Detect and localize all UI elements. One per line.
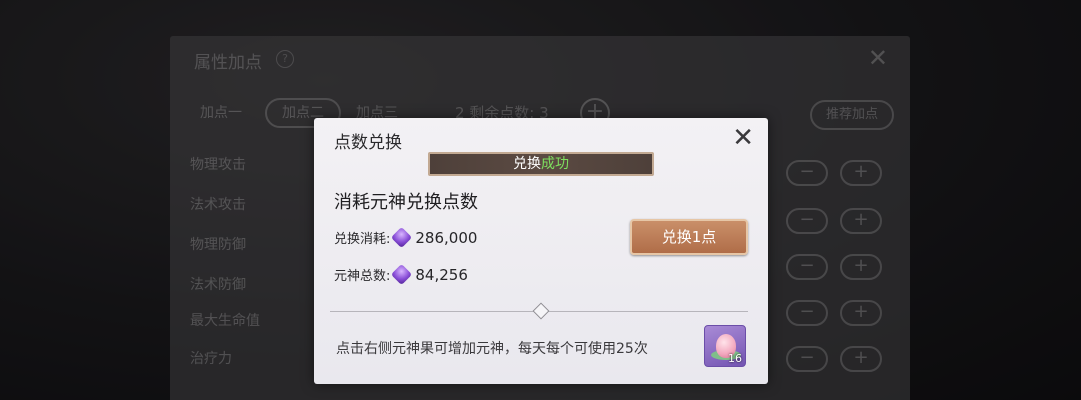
cost-row: 兑换消耗: 286,000: [334, 226, 478, 249]
dialog-heading: 消耗元神兑换点数: [334, 192, 478, 213]
spirit-gem-icon: [391, 226, 413, 249]
exchange-success-toast: 兑换成功: [428, 152, 654, 176]
total-row: 元神总数: 84,256: [334, 263, 468, 286]
exchange-button[interactable]: 兑换1点: [630, 219, 748, 255]
total-value: 84,256: [415, 265, 468, 284]
close-icon[interactable]: ✕: [732, 122, 754, 154]
item-count: 16: [728, 352, 742, 365]
dialog-title: 点数兑换: [334, 133, 402, 153]
spirit-fruit-item[interactable]: 16: [704, 325, 746, 367]
spirit-gem-icon: [391, 263, 413, 286]
point-exchange-dialog: 点数兑换 ✕ 兑换成功 消耗元神兑换点数 兑换消耗: 286,000 元神总数:…: [314, 118, 768, 384]
cost-value: 286,000: [415, 228, 478, 247]
total-label: 元神总数:: [334, 269, 391, 284]
toast-text: 兑换: [513, 156, 541, 172]
toast-success-text: 成功: [541, 156, 569, 172]
hint-text: 点击右侧元神果可增加元神，每天每个可使用25次: [336, 341, 648, 357]
slider-thumb[interactable]: [532, 302, 550, 320]
cost-label: 兑换消耗:: [334, 232, 391, 247]
